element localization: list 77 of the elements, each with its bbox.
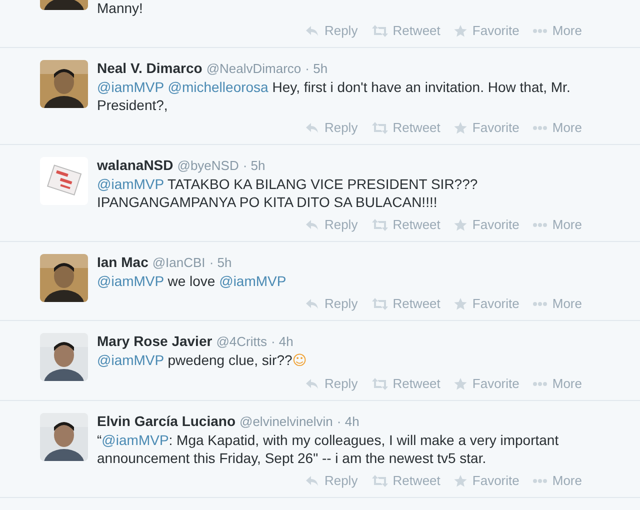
reply-button[interactable]: Reply (303, 471, 360, 491)
reply-icon (305, 122, 320, 134)
tweet-text: @iamMVP pwedeng clue, sir??☺ (97, 351, 308, 370)
star-icon (454, 378, 468, 390)
more-icon (533, 223, 548, 227)
more-icon (533, 382, 548, 386)
retweet-icon (372, 298, 388, 310)
reply-icon (305, 378, 320, 390)
more-button[interactable]: More (531, 21, 584, 41)
tweet-text: @iamMVP TATAKBO KA BILANG VICE PRESIDENT SIR??? IPANGANGAMPANYA PO KITA DITO SA BULACAN!!!! (97, 175, 479, 211)
user-handle[interactable]: @IanCBI (152, 255, 206, 271)
user-handle[interactable]: @elvinelvinelvin (240, 414, 333, 430)
tweet-text: @iamMVP @michelleorosa Hey, first i don't have an invitation. How that, Mr. President?, (97, 78, 572, 114)
mention-link[interactable]: @iamMVP (97, 352, 164, 368)
tweet-time[interactable]: · 5h (209, 255, 232, 271)
mention-link[interactable]: @iamMVP (219, 273, 286, 289)
star-icon (454, 25, 468, 37)
star-icon (454, 122, 468, 134)
reply-button[interactable]: Reply (303, 374, 360, 394)
reply-button[interactable]: Reply (303, 21, 360, 41)
mention-link[interactable]: @michelleorosa (168, 79, 268, 95)
mention-link[interactable]: @iamMVP (97, 79, 164, 95)
more-button[interactable]: More (531, 215, 584, 235)
retweet-button[interactable]: Retweet (370, 294, 442, 314)
retweet-icon (372, 378, 388, 390)
more-icon (533, 29, 548, 33)
tweet-text: Manny! (97, 0, 144, 17)
favorite-button[interactable]: Favorite (452, 215, 522, 235)
favorite-button[interactable]: Favorite (452, 294, 522, 314)
reply-icon (305, 219, 320, 231)
retweet-icon (372, 475, 388, 487)
star-icon (454, 219, 468, 231)
mention-link[interactable]: @iamMVP (97, 273, 164, 289)
more-button[interactable]: More (531, 118, 584, 138)
user-name[interactable]: Neal V. Dimarco (97, 60, 202, 76)
retweet-button[interactable]: Retweet (370, 215, 442, 235)
favorite-button[interactable]: Favorite (452, 21, 522, 41)
retweet-button[interactable]: Retweet (370, 21, 442, 41)
mention-link[interactable]: @iamMVP (97, 176, 164, 192)
retweet-icon (372, 25, 388, 37)
reply-button[interactable]: Reply (303, 215, 360, 235)
retweet-button[interactable]: Retweet (370, 374, 442, 394)
retweet-icon (372, 122, 388, 134)
star-icon (454, 475, 468, 487)
reply-icon (305, 25, 320, 37)
retweet-icon (372, 219, 388, 231)
retweet-button[interactable]: Retweet (370, 471, 442, 491)
reply-icon (305, 475, 320, 487)
retweet-button[interactable]: Retweet (370, 118, 442, 138)
user-name[interactable]: Mary Rose Javier (97, 333, 212, 349)
user-handle[interactable]: @NealvDimarco (206, 61, 302, 77)
tweet-time[interactable]: · 5h (305, 61, 328, 77)
emoji-icon: ☺ (292, 353, 307, 369)
more-icon (533, 302, 548, 306)
user-name[interactable]: Ian Mac (97, 254, 148, 270)
reply-button[interactable]: Reply (303, 118, 360, 138)
more-icon (533, 126, 548, 130)
favorite-button[interactable]: Favorite (452, 118, 522, 138)
tweet-time[interactable]: · 5h (242, 158, 266, 174)
tweet-time[interactable]: · 4h (270, 334, 294, 350)
tweet-time[interactable]: · 4h (336, 414, 360, 430)
star-icon (454, 298, 468, 310)
more-icon (533, 479, 548, 483)
reply-icon (305, 298, 320, 310)
user-handle[interactable]: @byeNSD (177, 158, 239, 174)
user-handle[interactable]: @4Critts (216, 334, 267, 350)
reply-button[interactable]: Reply (303, 294, 360, 314)
more-button[interactable]: More (531, 294, 584, 314)
more-button[interactable]: More (531, 471, 584, 491)
tweet-text: @iamMVP we love @iamMVP (97, 272, 288, 290)
mention-link[interactable]: @iamMVP (102, 432, 169, 448)
favorite-button[interactable]: Favorite (452, 471, 522, 491)
more-button[interactable]: More (531, 374, 584, 394)
user-name[interactable]: Elvin García Luciano (97, 413, 236, 429)
favorite-button[interactable]: Favorite (452, 374, 522, 394)
tweet-text: “@iamMVP: Mga Kapatid, with my colleagues, I will make a very important announcement this Friday, Sept 26" -- i am the newest tv5 star. (97, 431, 560, 467)
user-name[interactable]: walanaNSD (97, 157, 174, 173)
